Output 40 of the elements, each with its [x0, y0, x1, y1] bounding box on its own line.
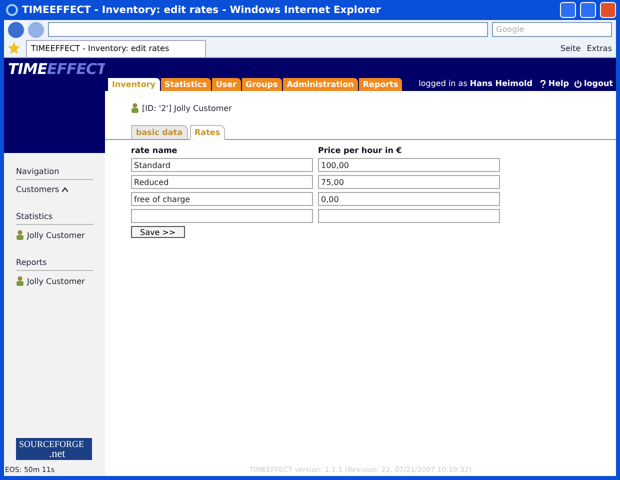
price-field[interactable]: 0,00: [318, 192, 500, 206]
column-heading: rate name: [131, 146, 178, 155]
close-button[interactable]: [600, 2, 616, 18]
person-icon: [131, 103, 139, 113]
sourceforge-logo[interactable]: SOURCEFORGE .net: [16, 438, 92, 460]
power-icon: [574, 80, 582, 88]
record-title: [ID: '2'] Jolly Customer: [142, 104, 232, 112]
price-field[interactable]: 100,00: [318, 158, 500, 172]
price-field[interactable]: 75,00: [318, 175, 500, 189]
rate-name-field[interactable]: [131, 209, 313, 223]
forward-button[interactable]: [28, 22, 44, 38]
rate-name-field[interactable]: free of charge: [131, 192, 313, 206]
sidebar-item[interactable]: Customers: [16, 185, 93, 194]
browser-logo-icon: [6, 4, 18, 16]
person-icon: [16, 230, 24, 240]
browser-tab[interactable]: TIMEEFFECT - Inventory: edit rates: [26, 40, 206, 56]
star-icon[interactable]: [8, 42, 20, 54]
sidebar-heading: Reports: [16, 258, 93, 271]
logout-link[interactable]: logout: [572, 79, 616, 91]
window-title: TIMEEFFECT - Inventory: edit rates - Windows Internet Explorer: [22, 4, 382, 16]
chevron-up-icon: [62, 187, 68, 192]
sidebar-heading: Navigation: [16, 167, 93, 180]
address-field[interactable]: [48, 22, 488, 37]
login-status: logged in as Hans Heimold: [418, 79, 532, 90]
sidebar-heading: Statistics: [16, 212, 93, 225]
minimize-button[interactable]: [560, 2, 576, 18]
sidebar-item[interactable]: Jolly Customer: [16, 230, 93, 240]
help-link[interactable]: Help: [532, 79, 572, 91]
sidebar-item[interactable]: Jolly Customer: [16, 276, 93, 286]
price-field[interactable]: [318, 209, 500, 223]
toolbar-menu[interactable]: Seite: [560, 44, 581, 52]
person-icon: [16, 276, 24, 286]
rate-name-field[interactable]: Reduced: [131, 175, 313, 189]
question-icon: [540, 80, 546, 88]
column-heading: Price per hour in €: [318, 146, 403, 155]
rate-name-field[interactable]: Standard: [131, 158, 313, 172]
back-button[interactable]: [8, 22, 24, 38]
save-button[interactable]: Save >>: [131, 226, 185, 238]
maximize-button[interactable]: [580, 2, 596, 18]
toolbar-menu[interactable]: Extras: [586, 44, 612, 52]
